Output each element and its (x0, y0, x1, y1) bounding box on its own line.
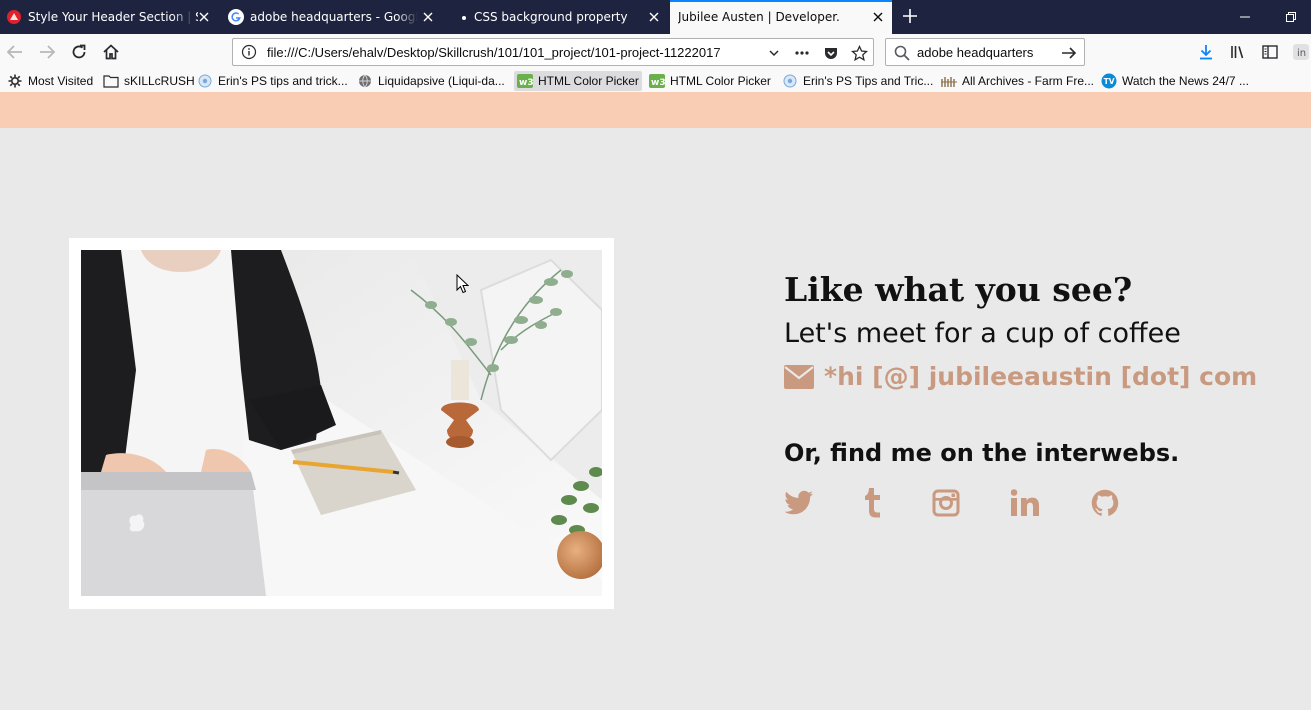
bookmark-star-icon[interactable] (850, 44, 868, 62)
close-icon[interactable] (870, 9, 886, 25)
search-input[interactable]: adobe headquarters (917, 45, 1033, 60)
search-icon (893, 44, 911, 62)
svg-text:TV: TV (1104, 77, 1115, 86)
w3-icon: w3 (517, 73, 533, 89)
github-icon[interactable] (1090, 488, 1120, 518)
close-icon[interactable] (646, 9, 662, 25)
bookmark-watch-the-news[interactable]: TV Watch the News 24/7 ... (1098, 71, 1252, 91)
circle-icon (782, 73, 798, 89)
skillcrush-icon (6, 9, 22, 25)
header-strip (0, 92, 1311, 128)
w3-icon: w3 (649, 73, 665, 89)
navigation-toolbar: file:///C:/Users/ehalv/Desktop/Skillcrus… (0, 34, 1311, 70)
bookmark-label: sKILLcRUSH (124, 74, 195, 88)
info-icon[interactable] (241, 44, 257, 60)
social-heading: Or, find me on the interwebs. (784, 439, 1180, 467)
restore-button[interactable] (1268, 0, 1311, 34)
tab-style-header[interactable]: Style Your Header Section | Skill (0, 0, 218, 34)
new-tab-button[interactable] (898, 4, 922, 28)
bookmark-all-archives[interactable]: All Archives - Farm Fre... (938, 71, 1097, 91)
circle-icon (197, 73, 213, 89)
tab-title: adobe headquarters - Google S (250, 10, 418, 24)
bookmark-label: Erin's PS Tips and Tric... (803, 74, 934, 88)
minimize-button[interactable] (1222, 0, 1268, 34)
bookmark-liquidapsive[interactable]: Liquidapsive (Liqui-da... (354, 71, 508, 91)
tab-title: CSS background property (474, 10, 628, 24)
svg-text:w3: w3 (519, 78, 533, 88)
bookmark-erins-ps-tips[interactable]: Erin's PS tips and trick... (194, 71, 351, 91)
tv-icon: TV (1101, 73, 1117, 89)
contact-subheading: Let's meet for a cup of coffee (784, 318, 1181, 349)
tab-google-search[interactable]: adobe headquarters - Google S (222, 0, 442, 34)
bookmarks-toolbar: Most Visited sKILLcRUSH Erin's PS tips a… (0, 70, 1311, 92)
reload-button[interactable] (66, 40, 92, 64)
bookmark-most-visited[interactable]: Most Visited (4, 71, 96, 91)
bookmark-label: HTML Color Picker (670, 74, 771, 88)
tumblr-icon[interactable] (858, 488, 888, 518)
loading-dot-icon (452, 9, 468, 25)
farm-icon (941, 73, 957, 89)
chevron-down-icon[interactable] (765, 44, 783, 62)
envelope-icon (784, 364, 814, 389)
twitter-icon[interactable] (784, 488, 814, 518)
close-icon[interactable] (196, 9, 212, 25)
email-address[interactable]: *hi [@] jubileeaustin [dot] com (824, 362, 1257, 391)
address-bar[interactable]: file:///C:/Users/ehalv/Desktop/Skillcrus… (232, 38, 874, 66)
library-icon[interactable] (1228, 42, 1248, 62)
sidebar-icon[interactable] (1260, 42, 1280, 62)
back-button[interactable] (2, 40, 28, 64)
go-arrow-icon[interactable] (1060, 44, 1078, 62)
bookmark-label: Liquidapsive (Liqui-da... (378, 74, 505, 88)
gear-icon (7, 73, 23, 89)
close-icon[interactable] (420, 9, 436, 25)
contact-heading: Like what you see? (784, 270, 1133, 309)
instagram-icon[interactable] (931, 488, 961, 518)
bookmark-html-color-picker[interactable]: w3 HTML Color Picker (646, 71, 774, 91)
pocket-icon[interactable] (822, 44, 840, 62)
downloads-icon[interactable] (1196, 42, 1216, 62)
bookmark-label: HTML Color Picker (538, 74, 639, 88)
bookmark-label: Erin's PS tips and trick... (218, 74, 348, 88)
bookmark-label: Most Visited (28, 74, 94, 88)
tab-css-background[interactable]: CSS background property (446, 0, 668, 34)
page-content: Like what you see? Let's meet for a cup … (0, 92, 1311, 710)
bookmark-skillcrush-folder[interactable]: sKILLcRUSH (100, 71, 198, 91)
google-icon (228, 9, 244, 25)
search-bar[interactable]: adobe headquarters (885, 38, 1085, 66)
extension-icon[interactable]: in (1292, 42, 1311, 62)
tab-strip: Style Your Header Section | Skill adobe … (0, 0, 1311, 34)
svg-text:in: in (1297, 48, 1306, 59)
bookmark-label: All Archives - Farm Fre... (962, 74, 1095, 88)
workspace-photo (81, 250, 602, 596)
bookmark-label: Watch the News 24/7 ... (1122, 74, 1249, 88)
bookmark-erins-ps-tips-2[interactable]: Erin's PS Tips and Tric... (779, 71, 936, 91)
tab-jubilee-austen[interactable]: Jubilee Austen | Developer. (670, 0, 892, 34)
mouse-cursor-icon (456, 273, 470, 294)
tab-title: Jubilee Austen | Developer. (678, 10, 840, 24)
photo-frame (69, 238, 614, 609)
bookmark-html-color-picker[interactable]: w3 HTML Color Picker (514, 71, 642, 91)
email-row[interactable]: *hi [@] jubileeaustin [dot] com (784, 362, 1257, 391)
home-button[interactable] (98, 40, 124, 64)
globe-icon (357, 73, 373, 89)
linkedin-icon[interactable] (1010, 488, 1040, 518)
svg-text:w3: w3 (651, 78, 665, 88)
folder-icon (103, 73, 119, 89)
url-text[interactable]: file:///C:/Users/ehalv/Desktop/Skillcrus… (267, 45, 759, 60)
forward-button[interactable] (34, 40, 60, 64)
more-actions-icon[interactable] (793, 44, 811, 62)
